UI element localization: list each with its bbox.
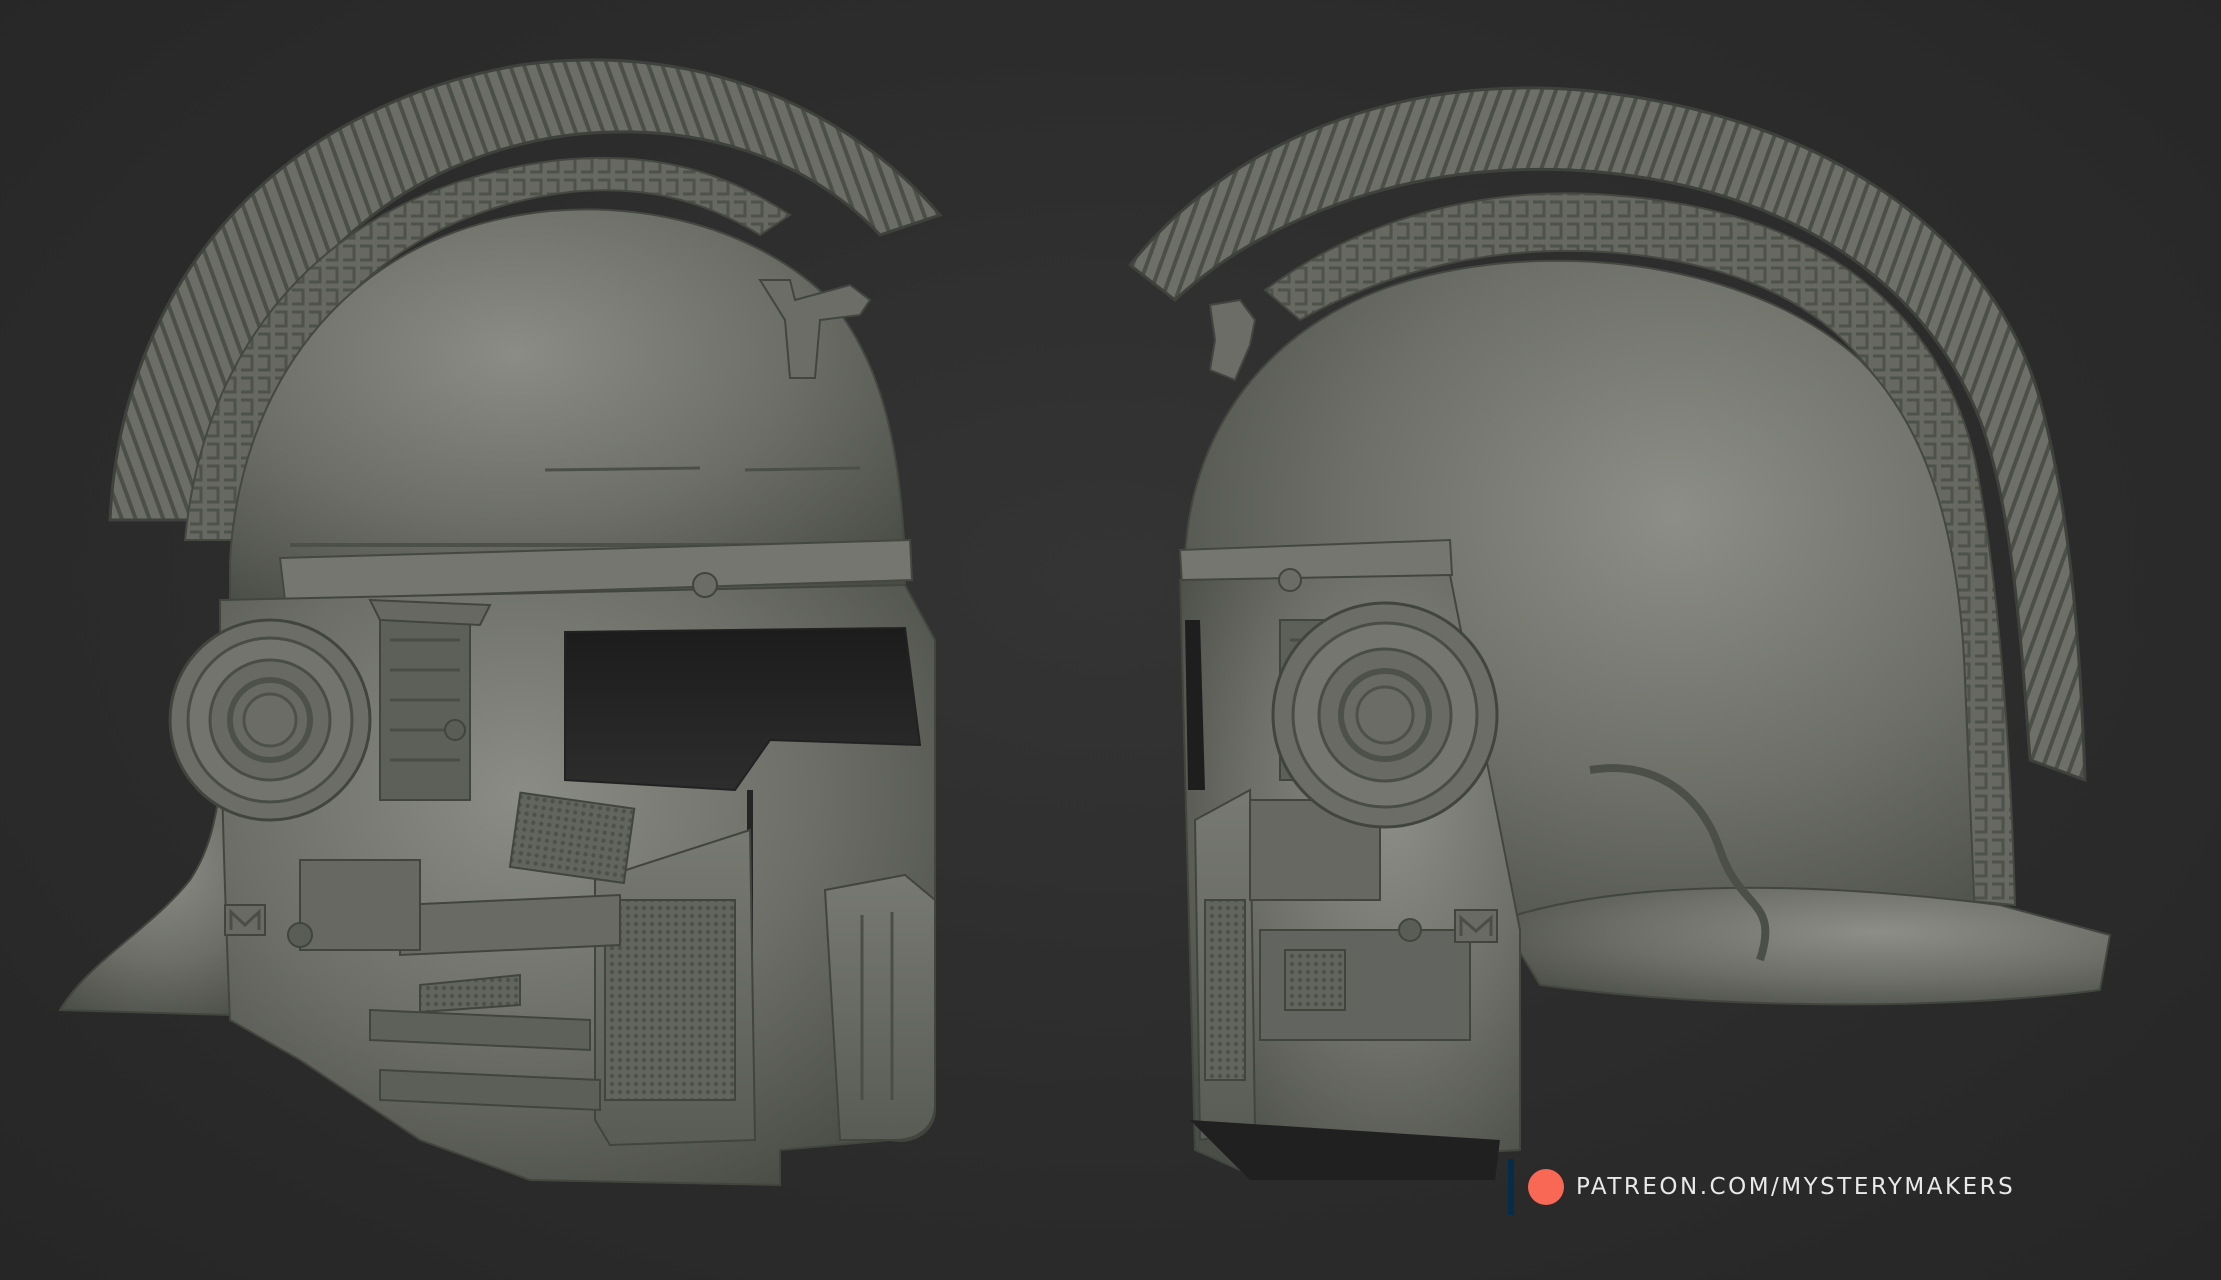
crest-clip-right xyxy=(1208,298,1257,382)
render-canvas: PATREON.COM/MYSTERYMAKERS xyxy=(0,0,2221,1280)
neck-guard-right xyxy=(1498,886,2112,1006)
ear-disc-left xyxy=(168,618,372,822)
watermark-text: PATREON.COM/MYSTERYMAKERS xyxy=(1576,1174,2016,1200)
helmet-right-profile xyxy=(1127,86,2112,1180)
helmet-renders xyxy=(58,58,2112,1187)
patreon-logo-icon xyxy=(1528,1169,1564,1205)
patreon-logo-bar xyxy=(1508,1159,1514,1215)
patreon-watermark: PATREON.COM/MYSTERYMAKERS xyxy=(1508,1158,2015,1216)
ear-disc-right xyxy=(1271,601,1499,829)
helmet-left-profile xyxy=(58,58,943,1187)
chin-guard-left xyxy=(823,873,936,1141)
